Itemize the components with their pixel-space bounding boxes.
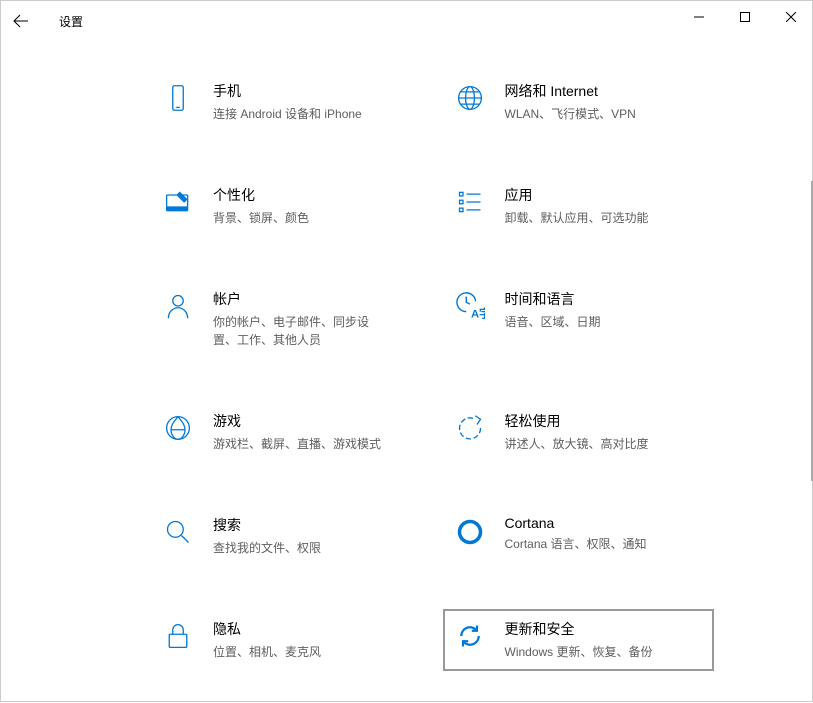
minimize-button[interactable] xyxy=(676,1,722,33)
tile-personalization[interactable]: 个性化 背景、锁屏、颜色 xyxy=(151,175,423,237)
tile-desc: 游戏栏、截屏、直播、游戏模式 xyxy=(213,435,383,453)
tile-gaming[interactable]: 游戏 游戏栏、截屏、直播、游戏模式 xyxy=(151,401,423,463)
tile-network[interactable]: 网络和 Internet WLAN、飞行模式、VPN xyxy=(443,71,715,133)
close-button[interactable] xyxy=(768,1,813,33)
gaming-icon xyxy=(161,411,195,445)
tile-title: Cortana xyxy=(505,515,705,531)
tile-update-security[interactable]: 更新和安全 Windows 更新、恢复、备份 xyxy=(443,609,715,671)
tile-desc: Windows 更新、恢复、备份 xyxy=(505,643,675,661)
tile-time-language[interactable]: A字 时间和语言 语音、区域、日期 xyxy=(443,279,715,359)
tile-desc: 查找我的文件、权限 xyxy=(213,539,383,557)
tile-search[interactable]: 搜索 查找我的文件、权限 xyxy=(151,505,423,567)
tile-desc: 连接 Android 设备和 iPhone xyxy=(213,105,383,123)
tile-title: 轻松使用 xyxy=(505,411,705,431)
tile-cortana[interactable]: Cortana Cortana 语言、权限、通知 xyxy=(443,505,715,567)
search-icon xyxy=(161,515,195,549)
update-icon xyxy=(453,619,487,653)
tile-title: 手机 xyxy=(213,81,413,101)
tile-phone[interactable]: 手机 连接 Android 设备和 iPhone xyxy=(151,71,423,133)
window-title: 设置 xyxy=(59,13,83,30)
maximize-button[interactable] xyxy=(722,1,768,33)
tile-title: 游戏 xyxy=(213,411,413,431)
tile-title: 网络和 Internet xyxy=(505,81,705,101)
tile-title: 隐私 xyxy=(213,619,413,639)
tile-desc: 讲述人、放大镜、高对比度 xyxy=(505,435,675,453)
tile-title: 时间和语言 xyxy=(505,289,705,309)
time-language-icon: A字 xyxy=(453,289,487,323)
tile-desc: Cortana 语言、权限、通知 xyxy=(505,535,675,553)
apps-icon xyxy=(453,185,487,219)
tile-apps[interactable]: 应用 卸载、默认应用、可选功能 xyxy=(443,175,715,237)
accounts-icon xyxy=(161,289,195,323)
tile-ease-of-access[interactable]: 轻松使用 讲述人、放大镜、高对比度 xyxy=(443,401,715,463)
tile-title: 个性化 xyxy=(213,185,413,205)
tile-desc: WLAN、飞行模式、VPN xyxy=(505,105,675,123)
tile-desc: 卸载、默认应用、可选功能 xyxy=(505,209,675,227)
tile-privacy[interactable]: 隐私 位置、相机、麦克风 xyxy=(151,609,423,671)
tile-desc: 背景、锁屏、颜色 xyxy=(213,209,383,227)
globe-icon xyxy=(453,81,487,115)
tile-desc: 你的帐户、电子邮件、同步设置、工作、其他人员 xyxy=(213,313,383,349)
maximize-icon xyxy=(740,12,750,22)
tile-title: 搜索 xyxy=(213,515,413,535)
tile-title: 应用 xyxy=(505,185,705,205)
tile-accounts[interactable]: 帐户 你的帐户、电子邮件、同步设置、工作、其他人员 xyxy=(151,279,423,359)
back-button[interactable] xyxy=(1,1,41,41)
tile-title: 更新和安全 xyxy=(505,619,705,639)
back-arrow-icon xyxy=(13,13,29,29)
lock-icon xyxy=(161,619,195,653)
cortana-icon xyxy=(453,515,487,549)
minimize-icon xyxy=(694,12,704,22)
tile-desc: 语音、区域、日期 xyxy=(505,313,675,331)
phone-icon xyxy=(161,81,195,115)
svg-text:A字: A字 xyxy=(470,306,484,320)
close-icon xyxy=(786,12,796,22)
settings-grid: 手机 连接 Android 设备和 iPhone 网络和 Internet WL… xyxy=(1,41,813,701)
tile-desc: 位置、相机、麦克风 xyxy=(213,643,383,661)
personalization-icon xyxy=(161,185,195,219)
tile-title: 帐户 xyxy=(213,289,413,309)
ease-of-access-icon xyxy=(453,411,487,445)
